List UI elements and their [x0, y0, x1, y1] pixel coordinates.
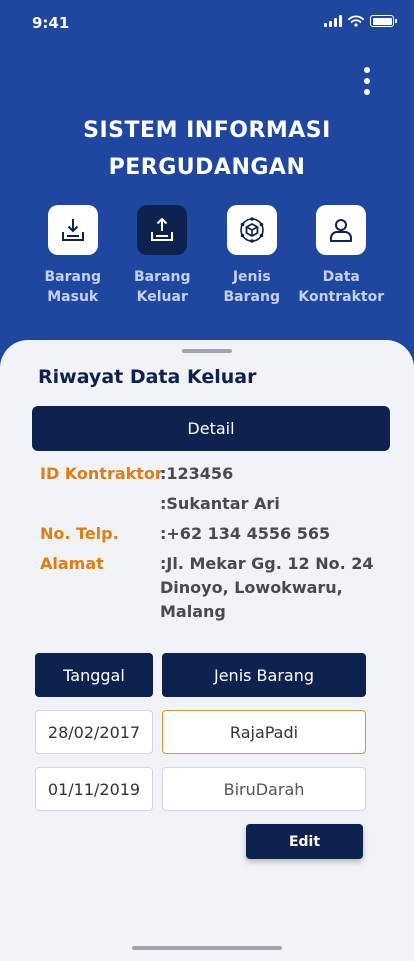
column-header-type: Jenis Barang	[162, 653, 366, 697]
id-label: ID Kontraktor	[40, 464, 163, 483]
detail-row-name: :Sukantar Ari	[40, 492, 390, 516]
id-value: :123456	[160, 464, 234, 483]
name-value: :Sukantar Ari	[160, 494, 280, 513]
cube-network-icon	[226, 205, 277, 255]
nav-label-jenis-barang: Jenis Barang	[223, 269, 280, 305]
nav-item-jenis-barang[interactable]: Jenis Barang	[207, 205, 297, 307]
status-bar: 9:41	[0, 0, 414, 48]
nav-label-barang-keluar: Barang Keluar	[134, 269, 191, 305]
download-box-icon	[47, 205, 98, 255]
nav-label-barang-masuk: Barang Masuk	[44, 269, 101, 305]
detail-header: Detail	[32, 406, 390, 451]
address-value: :Jl. Mekar Gg. 12 No. 24 Dinoyo, Lowokwa…	[160, 554, 374, 621]
column-header-date: Tanggal	[35, 653, 153, 697]
table-cell-type[interactable]: BiruDarah	[162, 767, 366, 811]
app-title-line-2: PERGUDANGAN	[108, 155, 306, 180]
status-icons	[324, 15, 397, 27]
phone-label: No. Telp.	[40, 524, 119, 543]
content-sheet: Riwayat Data Keluar Detail ID Kontraktor…	[0, 340, 414, 961]
edit-button[interactable]: Edit	[246, 824, 363, 859]
home-indicator	[132, 946, 282, 950]
app-title: SISTEM INFORMASI PERGUDANGAN	[0, 112, 414, 186]
more-options-icon[interactable]	[356, 64, 378, 98]
table-cell-type[interactable]: RajaPadi	[162, 710, 366, 754]
table-cell-date[interactable]: 01/11/2019	[35, 767, 153, 811]
user-icon	[316, 205, 367, 255]
battery-icon	[370, 15, 397, 27]
nav-item-barang-keluar[interactable]: Barang Keluar	[118, 205, 208, 307]
sheet-grabber[interactable]	[182, 349, 232, 353]
nav-label-data-kontraktor: Data Kontraktor	[298, 269, 385, 305]
section-title: Riwayat Data Keluar	[38, 366, 257, 388]
nav-item-barang-masuk[interactable]: Barang Masuk	[28, 205, 118, 307]
signal-icon	[324, 15, 342, 27]
upload-box-icon	[137, 205, 188, 255]
phone-value: :+62 134 4556 565	[160, 524, 331, 543]
app-title-line-1: SISTEM INFORMASI	[83, 118, 331, 143]
wifi-icon	[348, 15, 364, 27]
main-nav: Barang Masuk Barang Keluar Jenis Barang …	[28, 205, 386, 307]
address-label: Alamat	[40, 554, 104, 573]
detail-row-phone: No. Telp. :+62 134 4556 565	[40, 522, 390, 546]
status-time: 9:41	[32, 14, 70, 32]
table-cell-date[interactable]: 28/02/2017	[35, 710, 153, 754]
nav-item-data-kontraktor[interactable]: Data Kontraktor	[297, 205, 387, 307]
detail-row-address: Alamat :Jl. Mekar Gg. 12 No. 24 Dinoyo, …	[40, 552, 390, 624]
detail-row-id: ID Kontraktor :123456	[40, 462, 390, 486]
contractor-detail: ID Kontraktor :123456 :Sukantar Ari No. …	[40, 462, 390, 630]
